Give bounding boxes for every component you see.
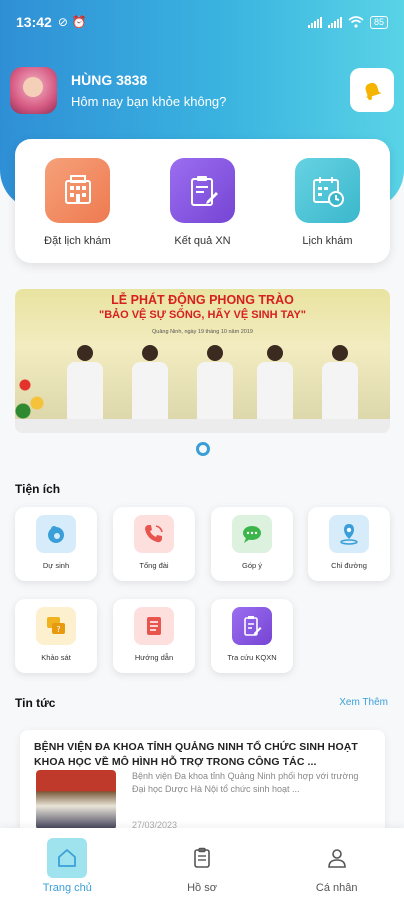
notification-button[interactable] xyxy=(350,68,394,112)
utility-label: Chỉ đường xyxy=(331,561,367,570)
user-name: HÙNG 3838 xyxy=(71,71,148,88)
quick-action-label: Kết quả XN xyxy=(174,235,231,247)
signal-icon xyxy=(307,16,322,28)
nav-home[interactable]: Trang chủ xyxy=(0,828,135,900)
utility-directions[interactable]: Chỉ đường xyxy=(308,507,390,581)
quick-action-test-results[interactable]: Kết quả XN xyxy=(148,158,258,263)
banner-title: LỄ PHÁT ĐỘNG PHONG TRÀO xyxy=(111,293,294,307)
banner-table xyxy=(15,419,390,433)
utility-lookup-results[interactable]: Tra cứu KQXN xyxy=(211,599,293,673)
news-item-title: BỆNH VIỆN ĐA KHOA TỈNH QUẢNG NINH TỔ CHỨ… xyxy=(34,741,358,768)
utility-label: Góp ý xyxy=(241,561,262,570)
news-thumbnail xyxy=(36,770,116,830)
nav-label: Cá nhân xyxy=(315,882,358,894)
banner-person xyxy=(255,345,295,425)
banner-flowers xyxy=(15,373,45,423)
chat-feedback-icon xyxy=(232,515,272,553)
user-header: HÙNG 3838 Hôm nay bạn khỏe không? xyxy=(10,66,394,114)
map-pin-icon xyxy=(329,515,369,553)
battery-icon: 85 xyxy=(369,15,388,29)
banner-person xyxy=(320,345,360,425)
banner-person xyxy=(130,345,170,425)
avatar[interactable] xyxy=(10,66,57,114)
nav-label: Hồ sơ xyxy=(187,882,217,894)
bell-icon xyxy=(365,82,382,100)
quick-actions-card: Đặt lịch khám Kết quả XN Lịch khám xyxy=(15,139,390,263)
person-icon xyxy=(327,849,346,868)
nav-records[interactable]: Hồ sơ xyxy=(135,828,270,900)
nav-label: Trang chủ xyxy=(42,882,92,894)
utilities-title: Tiện ích xyxy=(15,482,61,496)
utility-label: Khảo sát xyxy=(41,653,71,662)
utility-label: Tra cứu KQXN xyxy=(227,653,277,662)
utility-hotline[interactable]: Tổng đài xyxy=(113,507,195,581)
bottom-navigation: Trang chủ Hồ sơ Cá nhân xyxy=(0,828,404,900)
guide-book-icon xyxy=(134,607,174,645)
survey-icon: ? xyxy=(36,607,76,645)
calendar-clock-icon xyxy=(295,158,360,223)
utility-due-date[interactable]: Dự sinh xyxy=(15,507,97,581)
nav-profile[interactable]: Cá nhân xyxy=(269,828,404,900)
phone-icon xyxy=(134,515,174,553)
quick-action-book-appointment[interactable]: Đặt lịch khám xyxy=(23,158,133,263)
alarm-icon: ⏰ xyxy=(71,15,87,29)
status-bar: 13:42 ⊘ ⏰ 85 xyxy=(0,0,404,44)
news-title: Tin tức xyxy=(15,696,56,710)
hospital-building-icon xyxy=(45,158,110,223)
utility-label: Tổng đài xyxy=(139,561,169,570)
svg-text:?: ? xyxy=(56,625,60,634)
news-card[interactable]: BỆNH VIỆN ĐA KHOA TỈNH QUẢNG NINH TỔ CHỨ… xyxy=(20,730,385,840)
home-icon xyxy=(58,849,77,867)
utility-survey[interactable]: ? Khảo sát xyxy=(15,599,97,673)
utility-feedback[interactable]: Góp ý xyxy=(211,507,293,581)
lookup-clipboard-icon xyxy=(232,607,272,645)
signal-icon-2 xyxy=(327,16,342,28)
quick-action-label: Đặt lịch khám xyxy=(44,235,111,247)
banner-person xyxy=(65,345,105,425)
see-more-link[interactable]: Xem Thêm xyxy=(339,697,388,708)
banner-date: Quảng Ninh, ngày 19 tháng 10 năm 2019 xyxy=(152,329,253,335)
news-excerpt: Bệnh viện Đa khoa tỉnh Quảng Ninh phối h… xyxy=(132,771,359,794)
pregnancy-icon xyxy=(36,515,76,553)
utility-label: Dự sinh xyxy=(42,561,70,570)
carousel-indicator[interactable] xyxy=(196,442,210,456)
status-time: 13:42 xyxy=(16,14,52,30)
banner-person xyxy=(195,345,235,425)
data-off-icon: ⊘ xyxy=(57,15,68,29)
banner-subtitle: "BẢO VỆ SỰ SỐNG, HÃY VỆ SINH TAY" xyxy=(98,309,306,321)
utility-guide[interactable]: Hướng dẫn xyxy=(113,599,195,673)
clipboard-edit-icon xyxy=(170,158,235,223)
greeting-text: Hôm nay bạn khỏe không? xyxy=(71,93,227,109)
quick-action-schedule[interactable]: Lịch khám xyxy=(273,158,383,263)
quick-action-label: Lịch khám xyxy=(302,235,353,247)
event-banner[interactable]: LỄ PHÁT ĐỘNG PHONG TRÀO "BẢO VỆ SỰ SỐNG,… xyxy=(15,289,390,433)
document-icon xyxy=(194,847,210,868)
utility-label: Hướng dẫn xyxy=(134,653,174,662)
wifi-icon xyxy=(348,16,364,28)
